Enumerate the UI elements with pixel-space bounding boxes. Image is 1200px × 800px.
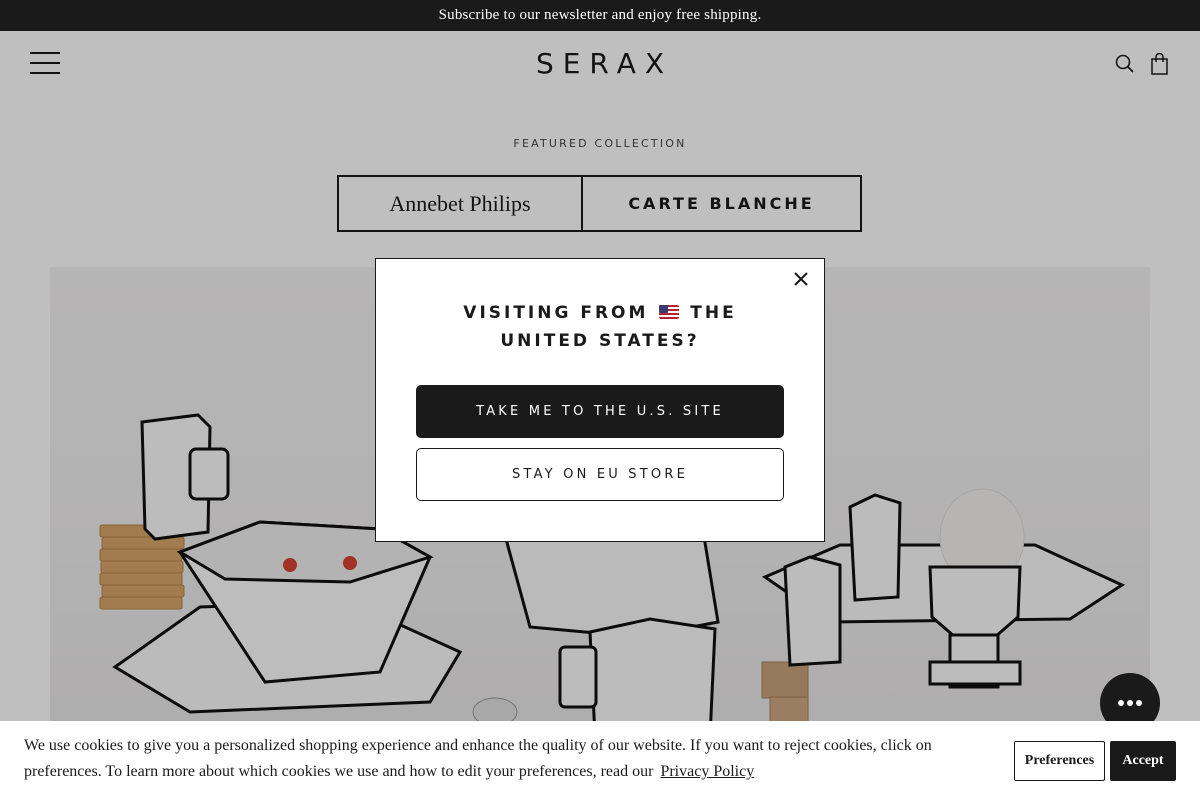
modal-title: VISITING FROM THE UNITED STATES?	[416, 299, 784, 355]
announcement-bar[interactable]: Subscribe to our newsletter and enjoy fr…	[0, 0, 1200, 31]
close-icon[interactable]	[791, 269, 811, 289]
country-redirect-modal: VISITING FROM THE UNITED STATES? TAKE ME…	[375, 258, 825, 542]
cookie-message: We use cookies to give you a personalize…	[24, 733, 974, 785]
cookie-text: We use cookies to give you a personalize…	[24, 737, 932, 780]
cookie-consent-bar: We use cookies to give you a personalize…	[0, 721, 1200, 800]
go-to-us-site-button[interactable]: TAKE ME TO THE U.S. SITE	[416, 385, 784, 438]
privacy-policy-link[interactable]: Privacy Policy	[660, 763, 754, 780]
us-flag-icon	[659, 305, 680, 319]
stay-on-eu-store-label: STAY ON EU STORE	[512, 467, 688, 482]
modal-title-prefix: VISITING FROM	[463, 303, 649, 323]
accept-cookies-button[interactable]: Accept	[1110, 741, 1176, 781]
go-to-us-site-label: TAKE ME TO THE U.S. SITE	[476, 404, 724, 419]
announcement-text: Subscribe to our newsletter and enjoy fr…	[438, 7, 762, 23]
stay-on-eu-store-button[interactable]: STAY ON EU STORE	[416, 448, 784, 501]
preferences-button[interactable]: Preferences	[1014, 741, 1105, 781]
